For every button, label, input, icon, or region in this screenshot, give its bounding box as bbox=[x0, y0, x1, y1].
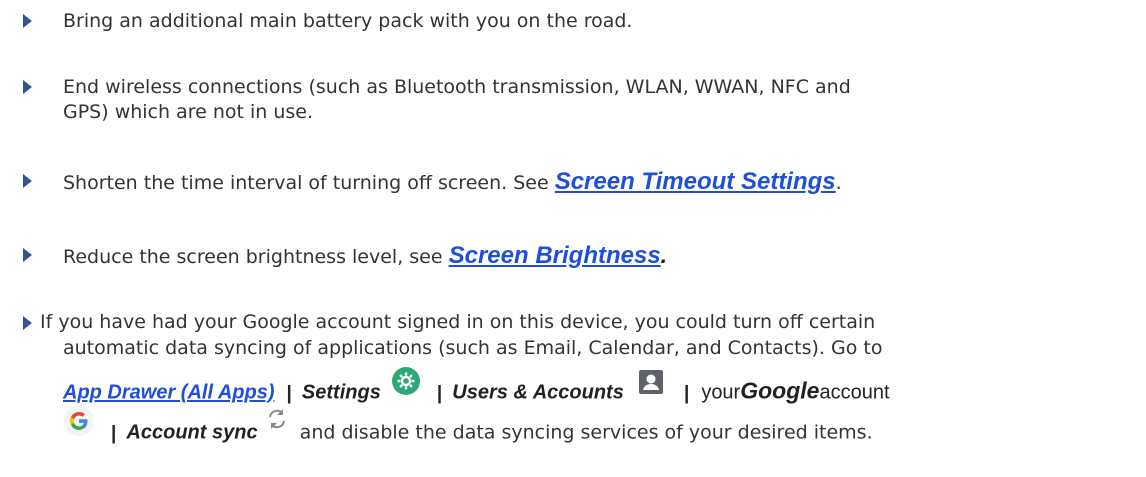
bullet-text-line1: End wireless connections (such as Blueto… bbox=[63, 76, 851, 98]
google-label: Google bbox=[740, 377, 820, 404]
app-drawer-link[interactable]: App Drawer (All Apps) bbox=[63, 382, 275, 404]
bullet-arrow-icon bbox=[23, 316, 32, 330]
settings-label: Settings bbox=[301, 381, 381, 404]
separator: | bbox=[436, 382, 443, 404]
bullet-text: Shorten the time interval of turning off… bbox=[63, 172, 555, 194]
your-text: your bbox=[701, 381, 741, 404]
bullet-arrow-icon bbox=[23, 248, 32, 262]
google-g-icon bbox=[63, 405, 95, 449]
bullet-text-line2: GPS) which are not in use. bbox=[63, 101, 314, 123]
period: . bbox=[835, 172, 842, 194]
period: . bbox=[660, 242, 668, 268]
screen-brightness-link[interactable]: Screen Brightness bbox=[449, 242, 661, 269]
settings-gear-icon bbox=[391, 366, 421, 408]
bullet-arrow-icon bbox=[23, 80, 32, 94]
bullet-arrow-icon bbox=[23, 14, 32, 28]
bullet-text-line1: If you have had your Google account sign… bbox=[40, 311, 876, 333]
separator: | bbox=[111, 422, 117, 444]
separator: | bbox=[286, 382, 292, 404]
bullet-text: Bring an additional main battery pack wi… bbox=[63, 10, 633, 32]
account-text: account bbox=[819, 381, 890, 404]
bullet-text-line2: automatic data syncing of applications (… bbox=[63, 337, 883, 359]
separator: | bbox=[683, 382, 690, 404]
bullet-arrow-icon bbox=[23, 174, 32, 188]
bullet-text: Reduce the screen brightness level, see bbox=[63, 246, 449, 268]
account-sync-label: Account sync bbox=[126, 421, 258, 444]
tail-text: and disable the data syncing services of… bbox=[299, 421, 873, 444]
sync-icon bbox=[266, 407, 288, 443]
screen-timeout-settings-link[interactable]: Screen Timeout Settings bbox=[555, 168, 836, 195]
users-accounts-label: Users & Accounts bbox=[452, 381, 624, 404]
account-person-icon bbox=[638, 369, 664, 407]
